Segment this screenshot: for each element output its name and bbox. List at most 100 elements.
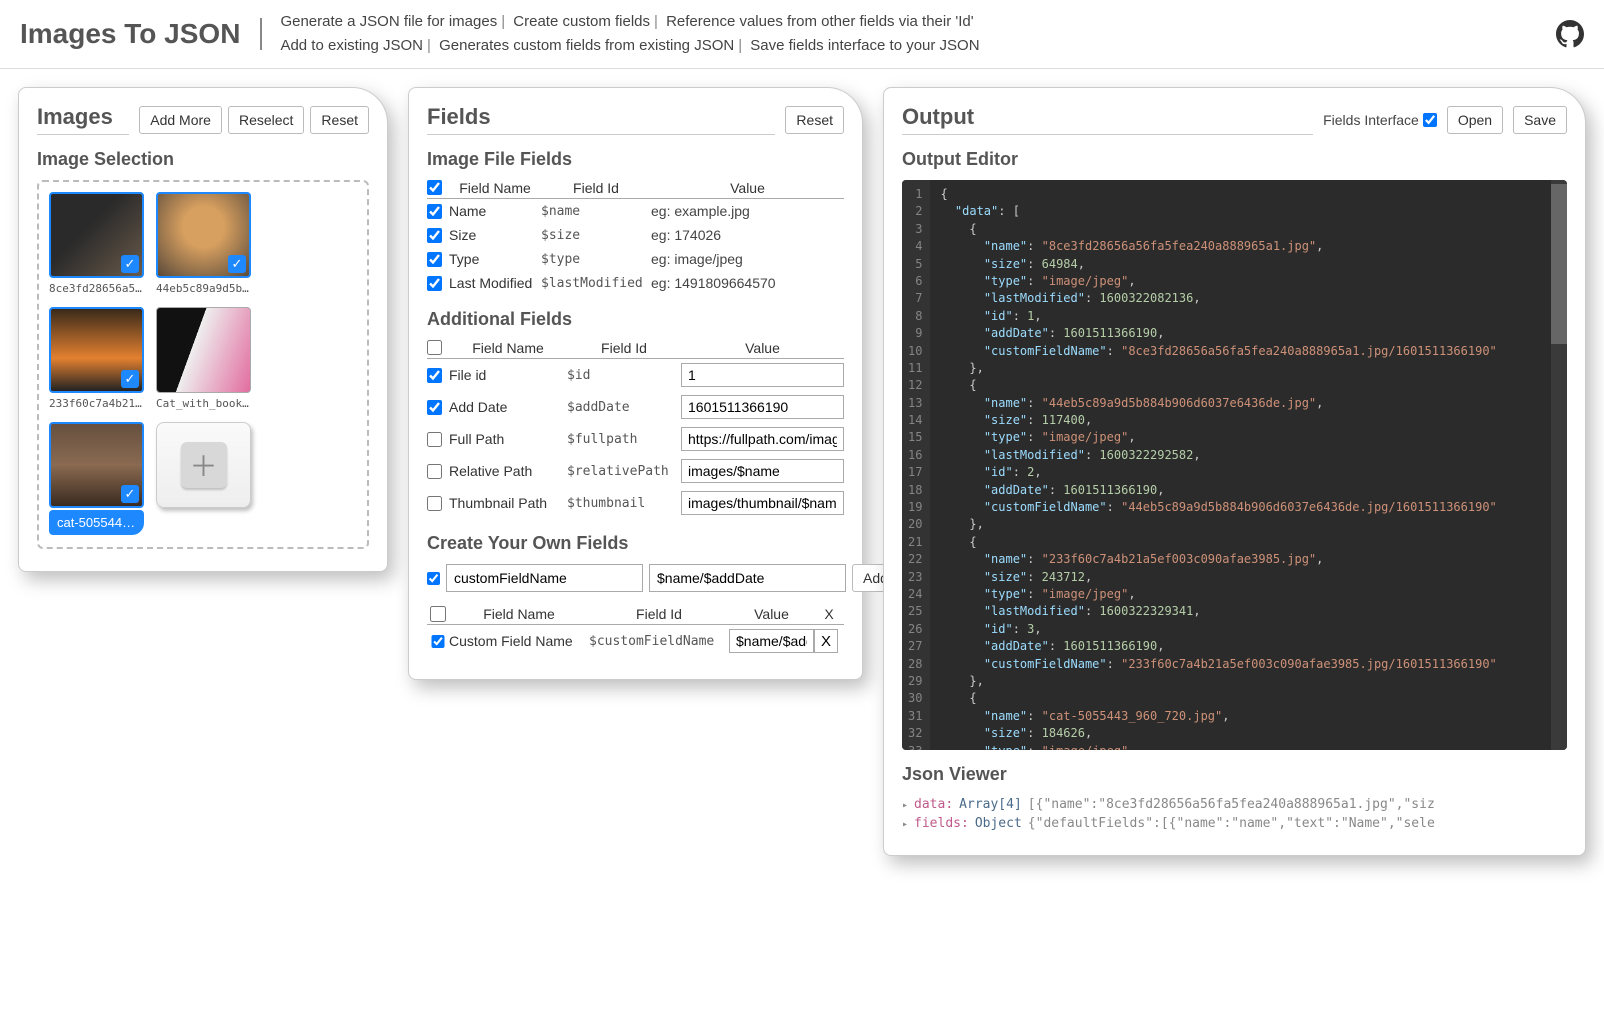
field-checkbox[interactable] [427,228,442,243]
field-checkbox[interactable] [427,276,442,291]
field-name-label: Thumbnail Path [449,495,567,511]
code-editor[interactable]: 1234567891011121314151617181920212223242… [902,180,1567,750]
reset-fields-button[interactable]: Reset [785,106,844,134]
output-title: Output [902,104,1313,135]
thumb-item[interactable]: ✓ 233f60c7a4b21a5e… [49,307,144,410]
col-field-id: Field Id [589,606,729,622]
fields-interface-label: Fields Interface [1323,112,1419,128]
fields-interface-checkbox[interactable] [1423,113,1437,127]
field-value-input[interactable] [681,491,844,515]
field-name-label: Custom Field Name [449,633,589,649]
field-name-label: Add Date [449,399,567,415]
field-id-label: $lastModified [541,276,651,291]
scroll-thumb[interactable] [1551,184,1567,344]
col-field-name: Field Name [449,180,541,196]
field-checkbox[interactable] [427,635,449,648]
thumb-label: Cat_with_book_350… [156,397,251,410]
delete-field-button[interactable]: X [814,629,838,653]
field-value-input[interactable] [681,427,844,451]
field-id-label: $thumbnail [567,496,681,511]
field-name-label: Full Path [449,431,567,447]
col-value: Value [651,180,844,196]
field-name-label: Relative Path [449,463,567,479]
field-name-label: File id [449,367,567,383]
select-all-checkbox[interactable] [427,180,442,195]
thumb-item[interactable]: ✓ 8ce3fd28656a56fa… [49,192,144,295]
image-file-fields-title: Image File Fields [427,149,844,170]
field-value-input[interactable] [729,629,814,653]
create-own-title: Create Your Own Fields [427,533,844,554]
jv-key: data: [914,797,953,812]
field-row: Name$nameeg: example.jpg [427,199,844,223]
thumb-label: 233f60c7a4b21a5e… [49,397,144,410]
feature-list: Generate a JSON file for images| Create … [280,10,1556,58]
field-id-label: $type [541,252,651,267]
thumb-item[interactable]: Cat_with_book_350… [156,307,251,410]
add-image-box[interactable]: ＋ [156,422,251,537]
images-title: Images [37,104,129,135]
field-row: Full Path$fullpath [427,423,844,455]
github-icon[interactable] [1556,20,1584,48]
field-checkbox[interactable] [427,204,442,219]
fields-interface-toggle[interactable]: Fields Interface [1323,112,1437,128]
field-checkbox[interactable] [427,400,442,415]
feature: Create custom fields [513,13,650,30]
field-checkbox[interactable] [427,464,442,479]
field-name-label: Size [449,227,541,243]
thumb-item[interactable]: ✓ 44eb5c89a9d5b88… [156,192,251,295]
field-value-input[interactable] [681,459,844,483]
field-value-label: eg: image/jpeg [651,251,844,267]
field-id-label: $addDate [567,400,681,415]
custom-field-row: Custom Field Name$customFieldNameX [427,625,844,657]
field-id-label: $relativePath [567,464,681,479]
field-row: Relative Path$relativePath [427,455,844,487]
custom-field-name-input[interactable] [446,564,643,592]
json-viewer-row[interactable]: ▸ fields: Object {"defaultFields":[{"nam… [902,814,1567,833]
thumb-item[interactable]: ✓ cat-5055443_960_720.jpg [49,422,144,537]
field-id-label: $id [567,368,681,383]
editor-code[interactable]: { "data": [ { "name": "8ce3fd28656a56fa5… [930,180,1551,750]
feature: Generate a JSON file for images [280,13,497,30]
custom-field-checkbox[interactable] [427,572,440,585]
images-panel: Images Add More Reselect Reset Image Sel… [18,87,388,572]
col-value: Value [681,340,844,356]
field-name-label: Last Modified [449,275,541,291]
field-id-label: $name [541,204,651,219]
field-checkbox[interactable] [427,496,442,511]
col-field-name: Field Name [449,606,589,622]
image-grid: ✓ 8ce3fd28656a56fa… ✓ 44eb5c89a9d5b88… ✓… [37,180,369,549]
field-row: Thumbnail Path$thumbnail [427,487,844,519]
reselect-button[interactable]: Reselect [228,106,304,134]
col-field-name: Field Name [449,340,567,356]
custom-field-value-input[interactable] [649,564,846,592]
col-value: Value [729,606,814,622]
output-editor-title: Output Editor [902,149,1567,170]
image-selection-title: Image Selection [37,149,369,170]
check-icon: ✓ [121,255,139,273]
reset-images-button[interactable]: Reset [310,106,369,134]
json-viewer: ▸ data: Array[4] [{"name":"8ce3fd28656a5… [902,795,1567,833]
select-all-add-checkbox[interactable] [427,340,442,355]
field-value-input[interactable] [681,395,844,419]
jv-type: Array[4] [959,797,1022,812]
jv-key: fields: [914,816,969,831]
save-button[interactable]: Save [1513,106,1567,134]
feature: Add to existing JSON [280,37,423,54]
header: Images To JSON Generate a JSON file for … [0,0,1604,69]
thumb-tooltip: cat-5055443_960_720.jpg [49,510,144,535]
field-value-input[interactable] [681,363,844,387]
field-checkbox[interactable] [427,432,442,447]
field-id-label: $fullpath [567,432,681,447]
col-field-id: Field Id [541,180,651,196]
col-field-id: Field Id [567,340,681,356]
open-button[interactable]: Open [1447,106,1503,134]
field-checkbox[interactable] [427,368,442,383]
json-viewer-row[interactable]: ▸ data: Array[4] [{"name":"8ce3fd28656a5… [902,795,1567,814]
field-value-label: eg: 1491809664570 [651,275,844,291]
scrollbar[interactable] [1551,180,1567,750]
field-checkbox[interactable] [427,252,442,267]
select-all-custom-checkbox[interactable] [427,606,449,622]
fields-panel: Fields Reset Image File Fields Field Nam… [408,87,863,680]
add-more-button[interactable]: Add More [139,106,222,134]
field-name-label: Name [449,203,541,219]
